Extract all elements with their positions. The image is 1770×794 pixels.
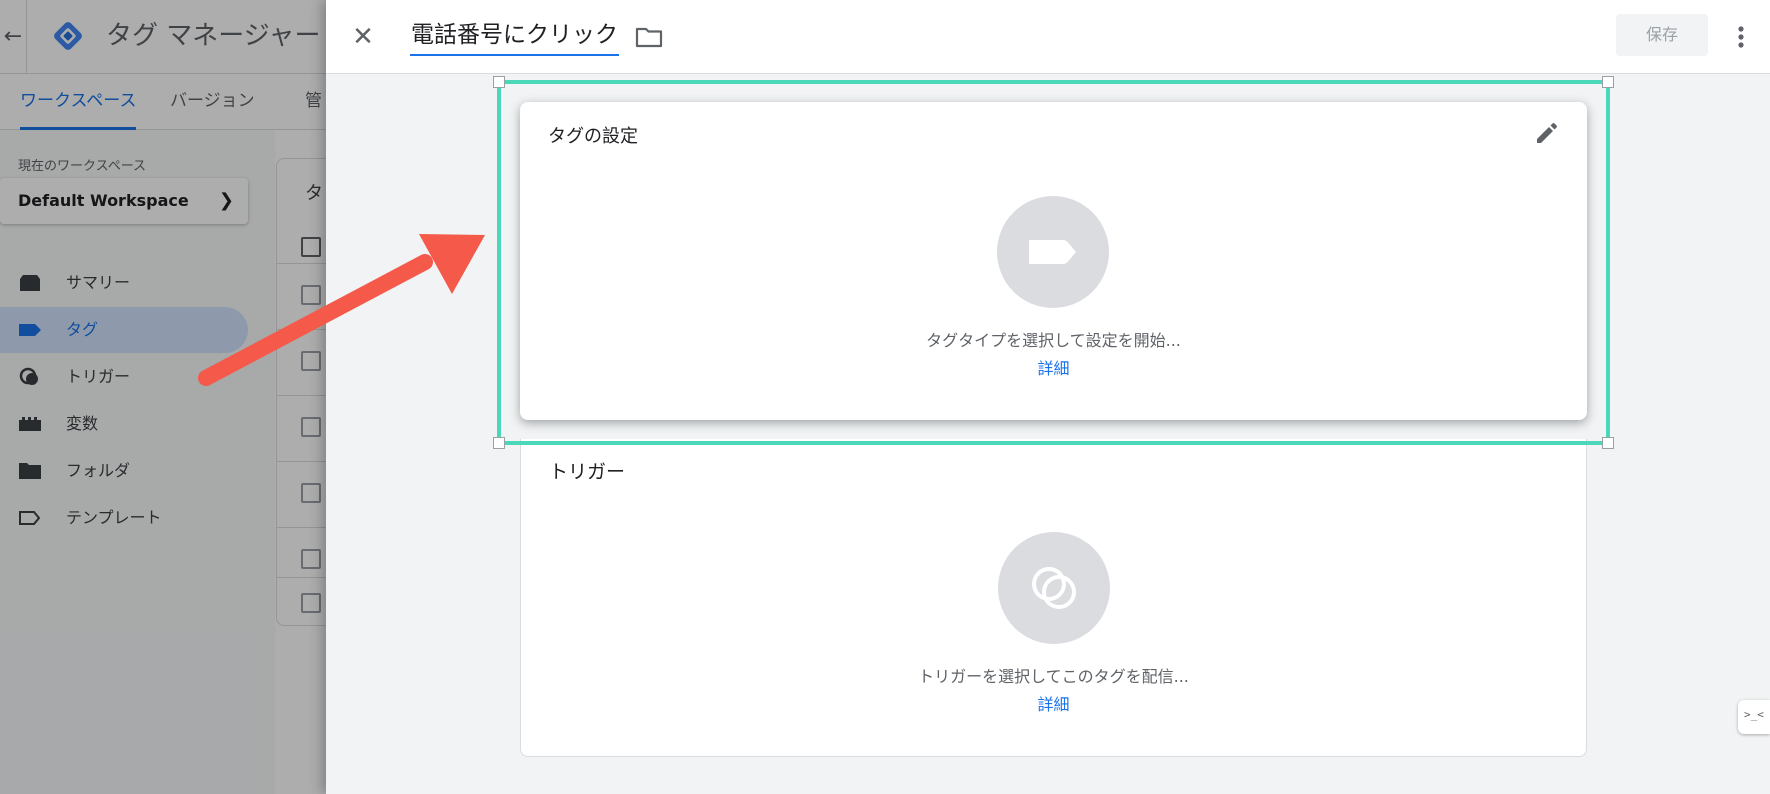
- tag-type-hint: タグタイプを選択して設定を開始...: [926, 331, 1181, 350]
- tag-configuration-title: タグの設定: [548, 126, 638, 147]
- trigger-card[interactable]: トリガー トリガーを選択してこのタグを配信... 詳細: [520, 439, 1587, 757]
- tag-details-link[interactable]: 詳細: [520, 355, 1587, 379]
- side-floating-widget[interactable]: >_<: [1738, 700, 1770, 734]
- terminal-icon: >_<: [1744, 708, 1764, 721]
- trigger-title: トリガー: [549, 461, 626, 483]
- close-icon: ✕: [352, 22, 374, 52]
- save-button[interactable]: 保存: [1616, 14, 1708, 56]
- tag-editor-sheet: ✕ 電話番号にクリック 保存 タグの設定 タグタイプを選択して設定を開始... …: [326, 0, 1770, 794]
- more-vert-icon[interactable]: [1726, 20, 1756, 54]
- trigger-hint: トリガーを選択してこのタグを配信...: [918, 667, 1189, 686]
- pencil-edit-icon[interactable]: [1533, 119, 1561, 147]
- choose-tag-type-button[interactable]: [997, 196, 1109, 308]
- trigger-details-link[interactable]: 詳細: [521, 691, 1586, 715]
- tag-configuration-card[interactable]: タグの設定 タグタイプを選択して設定を開始... 詳細: [520, 102, 1587, 420]
- trigger-placeholder-icon: [1032, 567, 1076, 609]
- tag-type-placeholder-icon: [1029, 240, 1076, 264]
- tag-name-input[interactable]: 電話番号にクリック: [410, 16, 619, 56]
- folder-outline-icon[interactable]: [634, 22, 664, 52]
- close-button[interactable]: ✕: [344, 18, 382, 56]
- choose-trigger-button[interactable]: [998, 532, 1110, 644]
- sheet-header: ✕ 電話番号にクリック 保存: [326, 0, 1770, 74]
